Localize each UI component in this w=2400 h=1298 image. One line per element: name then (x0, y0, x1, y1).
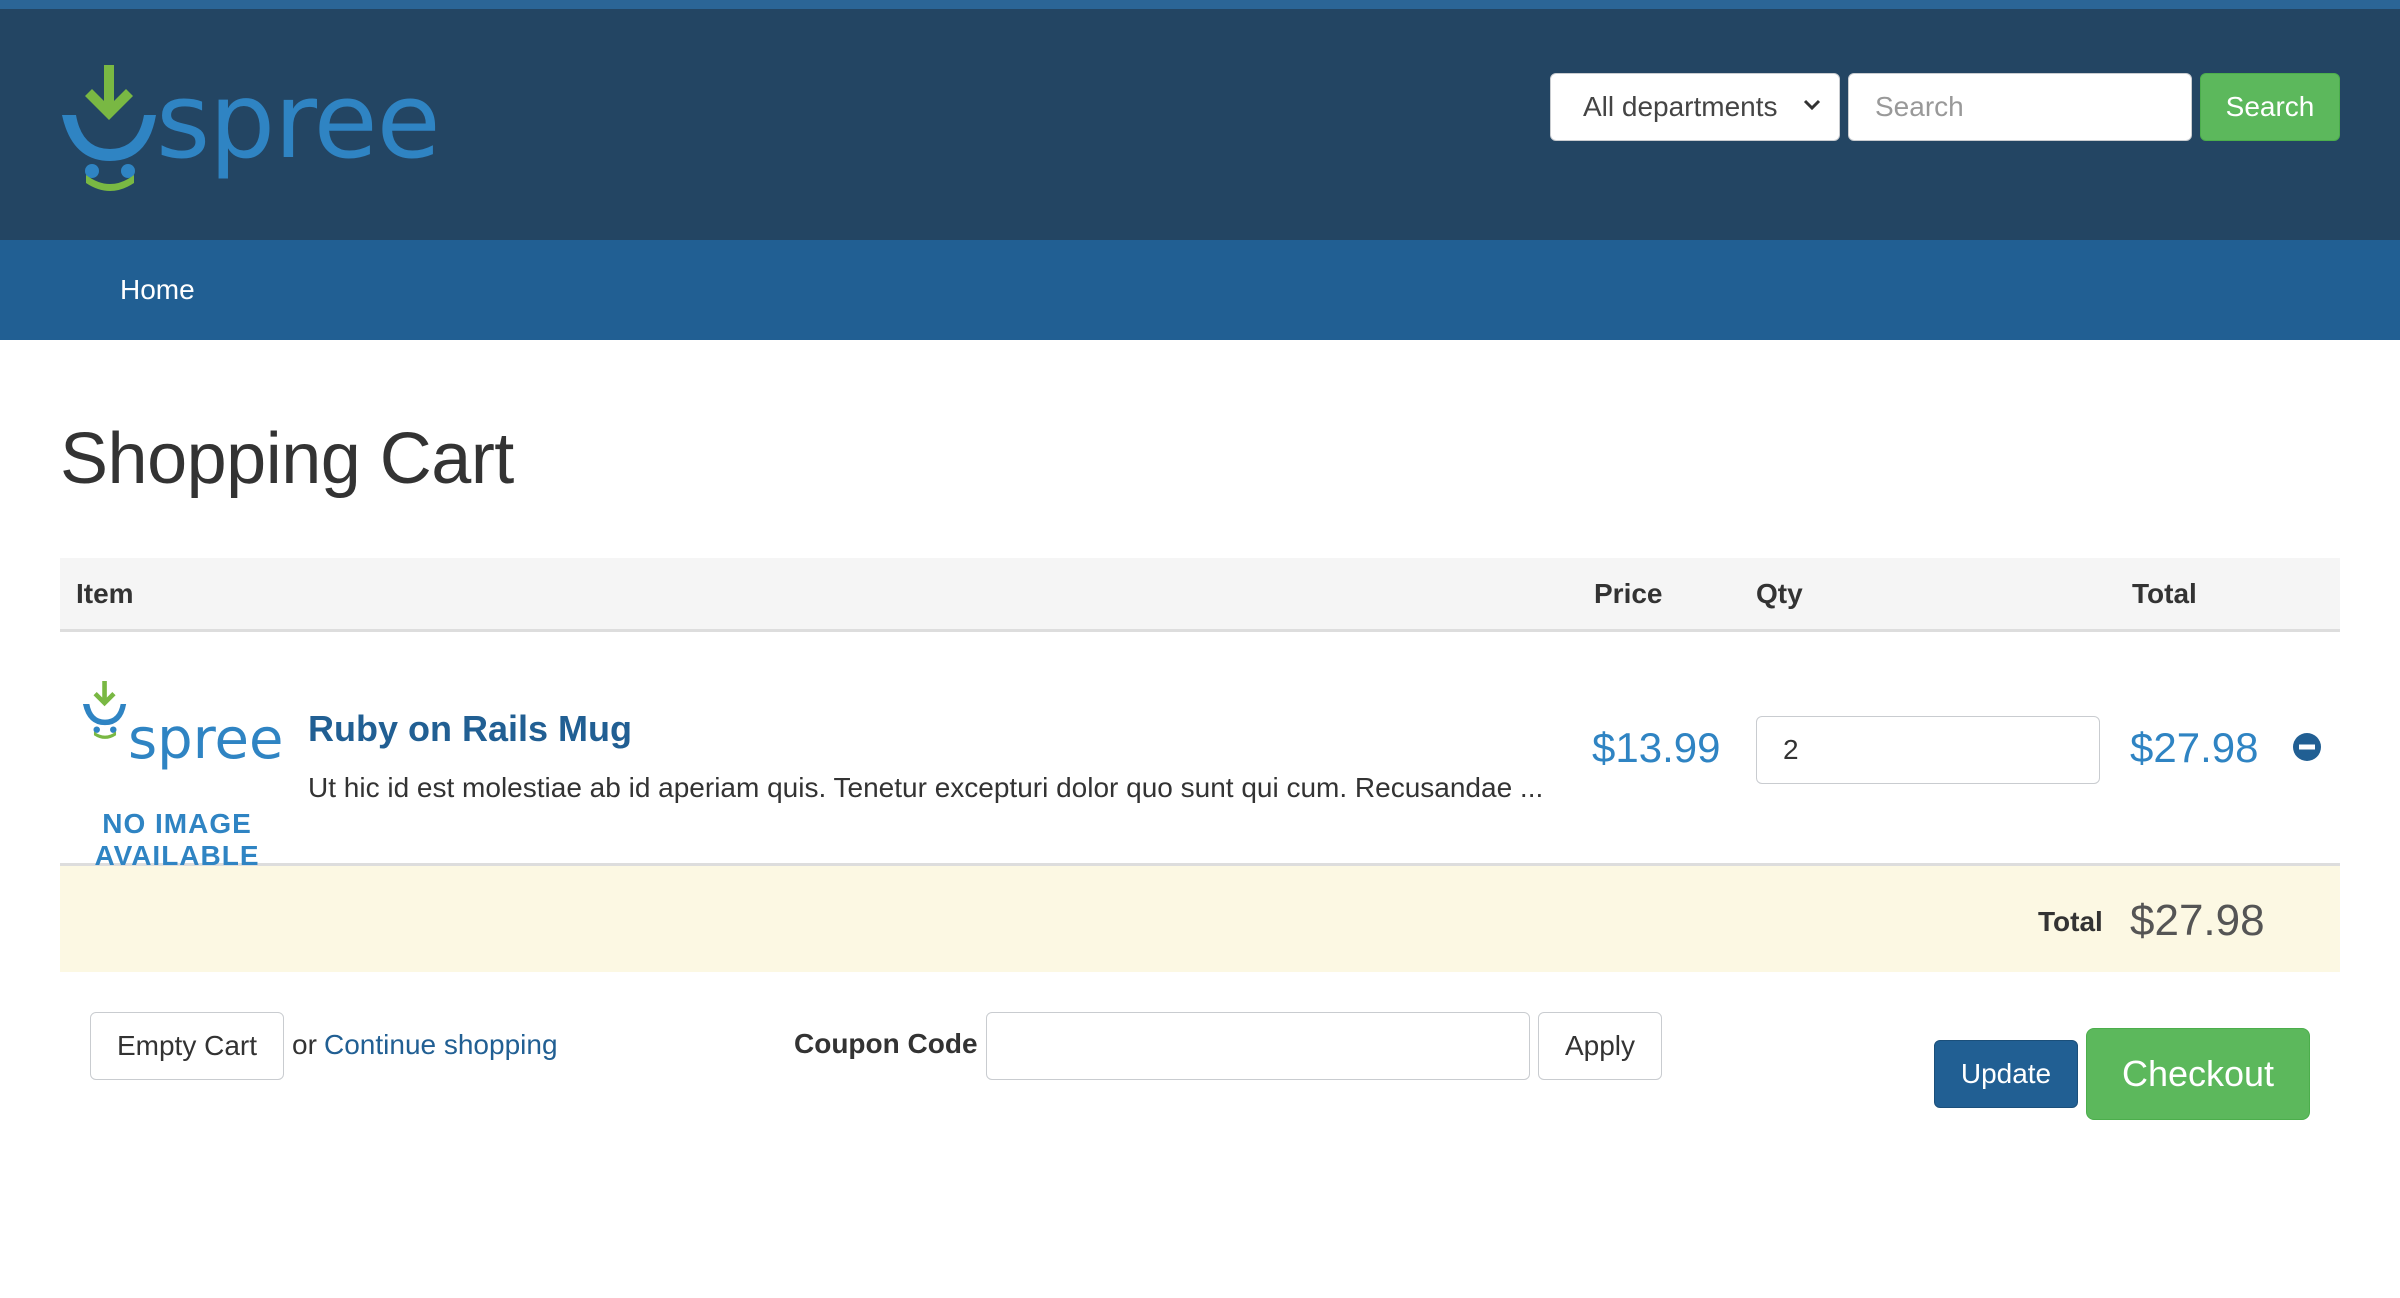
item-total: $27.98 (2130, 724, 2259, 771)
chevron-down-icon (1803, 99, 1821, 111)
search-button[interactable]: Search (2200, 73, 2340, 141)
item-price: $13.99 (1592, 724, 1721, 771)
cart-arrow-icon (62, 65, 156, 191)
search-input[interactable]: Search (1848, 73, 2192, 141)
cart-total-value: $27.98 (2130, 896, 2265, 945)
coupon-code-label: Coupon Code (794, 1028, 978, 1059)
nav-item-home[interactable]: Home (120, 274, 195, 306)
apply-coupon-button[interactable]: Apply (1538, 1012, 1662, 1080)
quantity-input[interactable]: 2 (1756, 716, 2100, 784)
empty-cart-button[interactable]: Empty Cart (90, 1012, 284, 1080)
main-nav: Home (0, 240, 2400, 340)
quantity-value: 2 (1783, 734, 1799, 765)
cart-table-header: Item Price Qty Total (60, 558, 2340, 632)
column-header-total: Total (2132, 578, 2197, 609)
cart-total-row: Total $27.98 (60, 866, 2340, 972)
coupon-code-input[interactable] (986, 1012, 1530, 1080)
no-image-label: NO IMAGE AVAILABLE (94, 808, 260, 871)
site-header: spree All departments Search Search (0, 0, 2400, 240)
logo-wordmark: spree (156, 60, 441, 182)
continue-shopping-link[interactable]: Continue shopping (324, 1029, 558, 1061)
spree-logo[interactable]: spree (60, 61, 441, 191)
thumbnail-wordmark: spree (128, 707, 284, 772)
search-placeholder: Search (1875, 91, 1964, 122)
column-header-qty: Qty (1756, 578, 1803, 609)
checkout-button[interactable]: Checkout (2086, 1028, 2310, 1120)
page-title: Shopping Cart (60, 419, 514, 499)
product-name-link[interactable]: Ruby on Rails Mug (308, 708, 632, 750)
or-text: or (292, 1029, 317, 1060)
column-header-item: Item (76, 578, 134, 609)
minus-circle-icon[interactable] (2292, 732, 2322, 762)
department-select-value: All departments (1583, 91, 1778, 122)
product-description: Ut hic id est molestiae ab id aperiam qu… (308, 772, 1544, 803)
cart-total-label: Total (2038, 906, 2103, 937)
column-header-price: Price (1594, 578, 1663, 609)
cart-arrow-icon (82, 680, 127, 739)
table-row: spree NO IMAGE AVAILABLE Ruby on Rails M… (60, 632, 2340, 871)
product-thumbnail[interactable]: spree NO IMAGE AVAILABLE (82, 674, 283, 871)
department-select[interactable]: All departments (1550, 73, 1840, 141)
update-button[interactable]: Update (1934, 1040, 2078, 1108)
